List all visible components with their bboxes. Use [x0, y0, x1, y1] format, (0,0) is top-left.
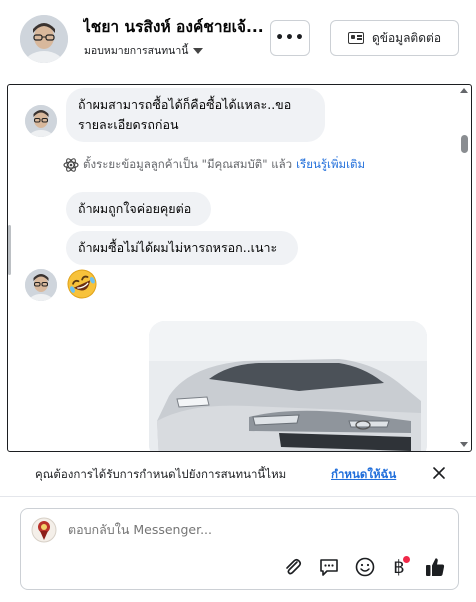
emoji-button[interactable]	[353, 555, 377, 579]
thumbs-up-icon	[426, 558, 445, 576]
scrollbar-thumb[interactable]	[461, 135, 468, 153]
assign-prompt-bar: คุณต้องการได้รับการกำหนดไปยังการสนทนานี้…	[0, 458, 476, 490]
message-bubble[interactable]: ถ้าผมซื้อไม่ได้ผมไม่หารถหรอก..เนาะ	[66, 231, 298, 265]
assign-prompt-text: คุณต้องการได้รับการกำหนดไปยังการสนทนานี้…	[35, 467, 287, 481]
assign-label: มอบหมายการสนทนานี้	[84, 45, 189, 57]
contact-name[interactable]: ไชยา นรสิงห์ องค์ชายเจ้...	[83, 14, 283, 39]
rolling-laughing-emoji-icon[interactable]	[67, 269, 97, 299]
learn-more-link[interactable]: เรียนรู้เพิ่มเติม	[296, 156, 365, 174]
message-text: ถ้าผมซื้อไม่ได้ผมไม่หารถหรอก..เนาะ	[78, 240, 278, 255]
like-button[interactable]	[423, 555, 447, 579]
view-contact-info-button[interactable]: ดูข้อมูลติดต่อ	[330, 20, 459, 56]
message-text: ถ้าผมถูกใจค่อยคุยต่อ	[78, 201, 192, 216]
left-edge-marker	[8, 225, 11, 275]
assign-dropdown[interactable]: มอบหมายการสนทนานี้	[84, 42, 204, 59]
chat-bubble-icon	[320, 559, 338, 576]
atom-icon	[63, 158, 79, 172]
contact-avatar[interactable]	[20, 15, 68, 63]
view-contact-info-label: ดูข้อมูลติดต่อ	[371, 30, 442, 45]
conversation-header: ไชยา นรสิงห์ องค์ชายเจ้... มอบหมายการสนท…	[0, 0, 476, 82]
message-text-line: รายละเอียดรถก่อน	[78, 117, 179, 132]
sender-avatar[interactable]	[25, 105, 57, 137]
message-thread[interactable]: ถ้าผมสามารถซื้อได้ก็คือซื้อได้แหละ..ขอ ร…	[7, 84, 472, 452]
message-bubble[interactable]: ถ้าผมสามารถซื้อได้ก็คือซื้อได้แหละ..ขอ ร…	[66, 88, 325, 142]
reply-composer: ฿	[20, 508, 459, 590]
car-photo-attachment[interactable]	[149, 321, 427, 451]
message-text-line: ถ้าผมสามารถซื้อได้ก็คือซื้อได้แหละ..ขอ	[78, 97, 292, 112]
saved-replies-button[interactable]	[317, 555, 341, 579]
assign-to-me-link[interactable]: กำหนดให้ฉัน	[331, 466, 396, 484]
more-options-icon: •••	[275, 30, 305, 46]
notification-dot	[403, 556, 410, 563]
reply-input[interactable]	[68, 522, 428, 537]
page-avatar	[31, 517, 57, 543]
system-event: ตั้งระยะข้อมูลลูกค้าเป็น "มีคุณสมบัติ" แ…	[63, 156, 365, 174]
inbox-conversation: ไชยา นรสิงห์ องค์ชายเจ้... มอบหมายการสนท…	[0, 0, 476, 602]
scroll-up-arrow-icon[interactable]	[460, 88, 468, 93]
system-event-text: ตั้งระยะข้อมูลลูกค้าเป็น "มีคุณสมบัติ" แ…	[83, 157, 293, 171]
paperclip-icon	[286, 558, 302, 575]
payment-button[interactable]: ฿	[387, 555, 411, 579]
scroll-down-arrow-icon[interactable]	[460, 442, 468, 447]
attach-button[interactable]	[281, 555, 305, 579]
more-options-button[interactable]: •••	[270, 20, 310, 56]
sender-avatar[interactable]	[25, 269, 57, 301]
message-bubble[interactable]: ถ้าผมถูกใจค่อยคุยต่อ	[66, 192, 211, 226]
smiley-icon	[355, 557, 375, 577]
close-icon[interactable]	[431, 465, 447, 481]
id-card-icon	[347, 32, 364, 44]
divider	[0, 496, 476, 497]
caret-down-icon	[193, 48, 204, 54]
